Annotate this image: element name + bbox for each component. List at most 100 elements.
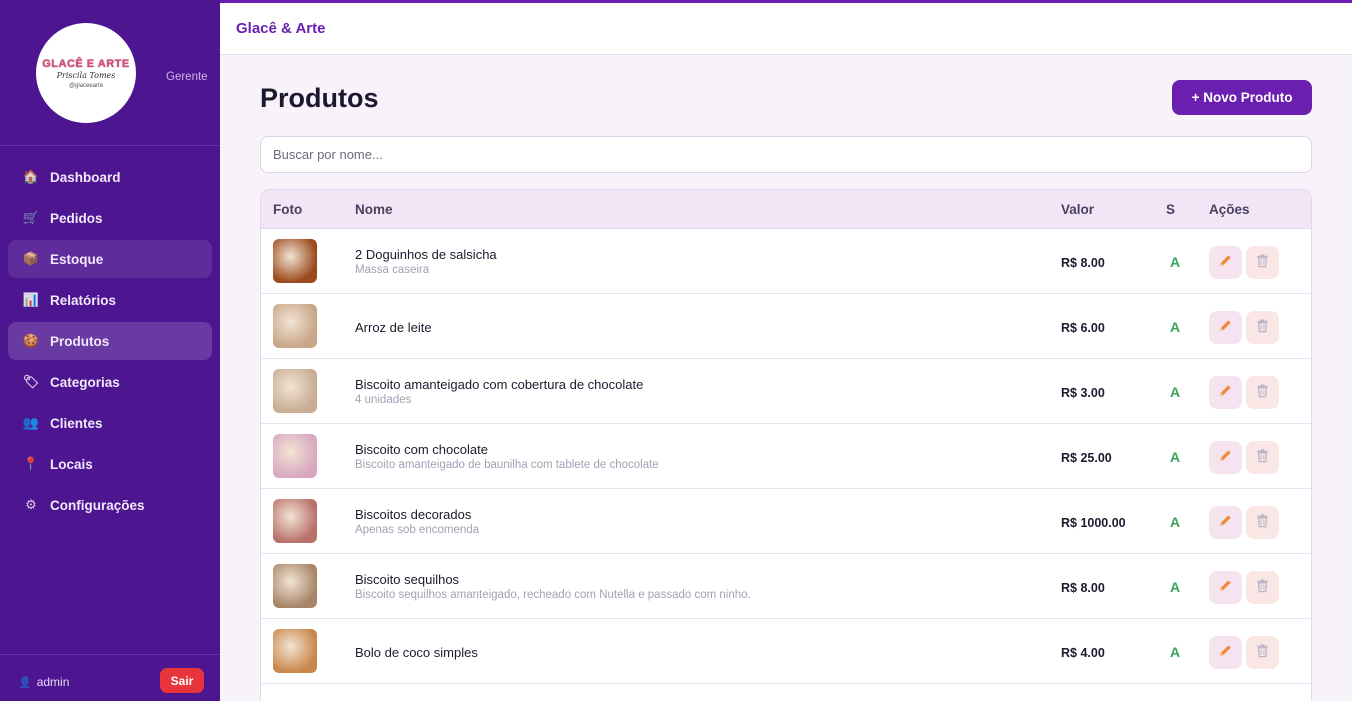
sidebar-item-clientes[interactable]: 👥 Clientes xyxy=(8,404,212,442)
logo-subtitle: Priscila Tomes xyxy=(56,70,116,80)
new-product-button[interactable]: + Novo Produto xyxy=(1172,80,1312,115)
logout-button[interactable]: Sair xyxy=(160,668,204,693)
sidebar-item-label: Estoque xyxy=(50,251,104,267)
product-description: Apenas sob encomenda xyxy=(355,524,480,536)
table-header: Foto Nome Valor S Ações xyxy=(261,190,1311,229)
product-price: R$ 6.00 xyxy=(1061,321,1105,335)
trash-icon xyxy=(1255,253,1270,273)
gear-icon: ⚙ xyxy=(25,497,37,512)
house-icon: 🏠 xyxy=(22,169,40,184)
sidebar-item-label: Produtos xyxy=(50,333,110,349)
sidebar-item-pedidos[interactable]: 🛒 Pedidos xyxy=(8,199,212,237)
user-role: Gerente xyxy=(166,71,208,83)
product-description: Biscoito sequilhos amanteigado, recheado… xyxy=(355,589,751,601)
table-row: Biscoito com chocolate Biscoito amanteiga… xyxy=(261,424,1311,489)
product-name: Biscoito amanteigado com cobertura de ch… xyxy=(355,377,644,392)
delete-button[interactable] xyxy=(1246,636,1279,669)
product-photo xyxy=(273,369,317,413)
column-header-foto: Foto xyxy=(273,202,303,217)
status-badge: A xyxy=(1170,319,1181,335)
sidebar-header: GLACÊ E ARTE Priscila Tomes @glaceearte … xyxy=(0,0,220,146)
sidebar-nav: 🏠 Dashboard 🛒 Pedidos 📦 Estoque 📊 Relató… xyxy=(8,158,212,527)
edit-button[interactable] xyxy=(1209,506,1242,539)
sidebar-item-produtos[interactable]: 🍪 Produtos xyxy=(8,322,212,360)
table-row: Biscoito sequilhos Biscoito sequilhos ama… xyxy=(261,554,1311,619)
sidebar-item-label: Dashboard xyxy=(50,169,121,185)
product-price: R$ 3.00 xyxy=(1061,386,1105,400)
edit-button[interactable] xyxy=(1209,571,1242,604)
delete-button[interactable] xyxy=(1246,571,1279,604)
delete-button[interactable] xyxy=(1246,246,1279,279)
trash-icon xyxy=(1255,578,1270,598)
status-badge: A xyxy=(1170,449,1181,465)
edit-button[interactable] xyxy=(1209,636,1242,669)
edit-button[interactable] xyxy=(1209,246,1242,279)
table-row: Biscoitos decorados Apenas sob encomenda R… xyxy=(261,489,1311,554)
product-photo xyxy=(273,499,317,543)
chart-icon: 📊 xyxy=(22,292,40,307)
pencil-icon xyxy=(1218,318,1233,338)
sidebar-footer: 👤 admin Sair xyxy=(0,654,220,701)
product-price: R$ 8.00 xyxy=(1061,581,1105,595)
status-badge: A xyxy=(1170,644,1181,660)
status-badge: A xyxy=(1170,254,1181,270)
box-icon: 📦 xyxy=(22,251,40,266)
current-user: 👤 admin xyxy=(18,675,69,689)
product-name: Biscoitos decorados xyxy=(355,507,472,522)
sidebar-item-categorias[interactable]: 🏷 Categorias xyxy=(8,363,212,401)
trash-icon xyxy=(1255,318,1270,338)
edit-button[interactable] xyxy=(1209,441,1242,474)
pencil-icon xyxy=(1218,578,1233,598)
table-row: Biscoito amanteigado com cobertura de ch… xyxy=(261,359,1311,424)
sidebar-item-locais[interactable]: 📍 Locais xyxy=(8,445,212,483)
products-table: Foto Nome Valor S Ações 2 Doguinhos de s… xyxy=(260,189,1312,701)
edit-button[interactable] xyxy=(1209,311,1242,344)
brand-title: Glacê & Arte xyxy=(236,20,326,37)
product-price: R$ 4.00 xyxy=(1061,646,1105,660)
page-title: Produtos xyxy=(260,83,379,113)
pencil-icon xyxy=(1218,253,1233,273)
edit-button[interactable] xyxy=(1209,376,1242,409)
trash-icon xyxy=(1255,643,1270,663)
product-photo xyxy=(273,434,317,478)
status-badge: A xyxy=(1170,579,1181,595)
search-input[interactable] xyxy=(260,136,1312,173)
users-icon: 👥 xyxy=(22,415,40,430)
product-price: R$ 25.00 xyxy=(1061,451,1112,465)
tag-icon: 🏷 xyxy=(22,374,40,389)
column-header-acoes: Ações xyxy=(1209,202,1250,217)
sidebar-item-dashboard[interactable]: 🏠 Dashboard xyxy=(8,158,212,196)
logo-handle: @glaceearte xyxy=(68,82,104,89)
cookie-icon: 🍪 xyxy=(22,333,40,348)
pencil-icon xyxy=(1218,448,1233,468)
table-row: 2 Doguinhos de salsicha Massa caseira R$ 8… xyxy=(261,229,1311,294)
trash-icon xyxy=(1255,513,1270,533)
delete-button[interactable] xyxy=(1246,506,1279,539)
sidebar: GLACÊ E ARTE Priscila Tomes @glaceearte … xyxy=(0,0,220,701)
trash-icon xyxy=(1255,448,1270,468)
sidebar-item-configuracoes[interactable]: ⚙ Configurações xyxy=(8,486,212,524)
user-icon: 👤 xyxy=(18,676,32,689)
delete-button[interactable] xyxy=(1246,376,1279,409)
top-bar: Glacê & Arte xyxy=(220,0,1352,55)
sidebar-item-estoque[interactable]: 📦 Estoque xyxy=(8,240,212,278)
sidebar-item-label: Relatórios xyxy=(50,292,117,308)
table-row: Arroz de leite R$ 6.00 A xyxy=(261,294,1311,359)
product-name: Bolo de coco simples xyxy=(355,645,478,660)
column-header-nome: Nome xyxy=(355,202,393,217)
table-body: 2 Doguinhos de salsicha Massa caseira R$ 8… xyxy=(261,229,1311,684)
product-photo xyxy=(273,304,317,348)
product-description: 4 unidades xyxy=(355,394,412,406)
product-name: Biscoito sequilhos xyxy=(355,572,460,587)
status-badge: A xyxy=(1170,384,1181,400)
pencil-icon xyxy=(1218,643,1233,663)
delete-button[interactable] xyxy=(1246,311,1279,344)
delete-button[interactable] xyxy=(1246,441,1279,474)
pencil-icon xyxy=(1218,513,1233,533)
product-description: Biscoito amanteigado de baunilha com tab… xyxy=(355,459,659,471)
username: admin xyxy=(36,675,70,689)
sidebar-item-relatorios[interactable]: 📊 Relatórios xyxy=(8,281,212,319)
product-name: Biscoito com chocolate xyxy=(355,442,488,457)
sidebar-item-label: Locais xyxy=(50,456,93,472)
logo-title: GLACÊ E ARTE xyxy=(42,57,130,70)
